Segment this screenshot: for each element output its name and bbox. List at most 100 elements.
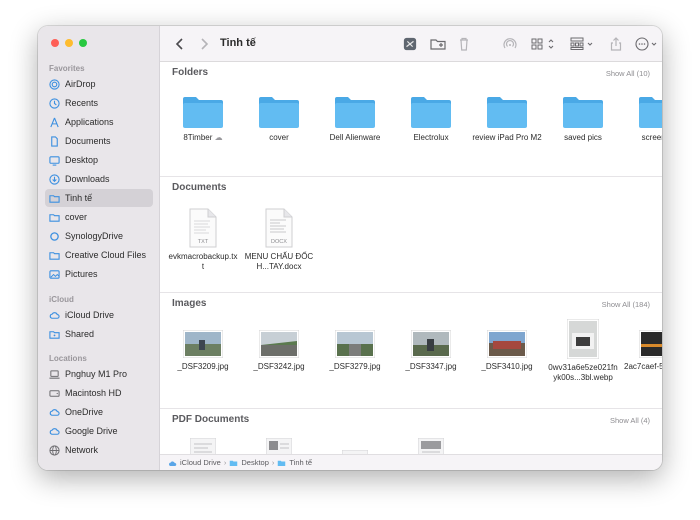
zoom-button[interactable]	[79, 39, 87, 47]
sidebar-item-label: Pictures	[65, 269, 98, 279]
chevron-right-icon: ›	[271, 458, 275, 467]
document-item[interactable]: DOCX MENU CHẤU ĐỐC H...TAY.docx	[244, 208, 314, 272]
airdrop-icon	[503, 38, 517, 49]
folder-icon	[182, 95, 224, 129]
pdf-item[interactable]	[244, 437, 314, 454]
pdf-thumbnail	[265, 437, 293, 454]
path-item-tinh-te[interactable]: Tinh tế	[289, 458, 312, 467]
cloud-icon	[49, 426, 60, 437]
group-by-button[interactable]	[570, 36, 596, 52]
document-item[interactable]: TXT evkmacrobackup.txt	[168, 208, 238, 272]
sidebar-item-documents[interactable]: Documents	[45, 132, 153, 150]
view-mode-button[interactable]	[531, 36, 557, 52]
show-all-link[interactable]: Show All (184)	[602, 300, 650, 309]
image-item[interactable]: _DSF3279.jpg	[320, 329, 390, 372]
section-divider	[160, 292, 662, 293]
back-button[interactable]	[174, 36, 186, 52]
item-label: cover	[269, 133, 289, 142]
image-item[interactable]: _DSF3410.jpg	[472, 329, 542, 372]
show-all-link[interactable]: Show All (4)	[610, 416, 650, 425]
folder-icon	[49, 212, 60, 223]
forward-button[interactable]	[198, 36, 210, 52]
share-button[interactable]	[609, 36, 623, 52]
sidebar-item-label: cover	[65, 212, 88, 222]
sidebar-item-tinh-te[interactable]: Tinh tế	[45, 189, 153, 207]
disk-icon	[49, 388, 60, 399]
path-item-icloud-drive[interactable]: iCloud Drive	[180, 458, 221, 467]
folder-icon	[258, 95, 300, 129]
sidebar-item-pictures[interactable]: Pictures	[45, 265, 153, 283]
pdf-thumbnail	[189, 437, 217, 454]
airdrop-icon	[49, 78, 60, 90]
pdf-section: PDF Documents Show All (4)	[160, 410, 662, 454]
show-all-link[interactable]: Show All (10)	[606, 69, 650, 78]
sidebar-item-desktop[interactable]: Desktop	[45, 151, 153, 169]
folder-item[interactable]: saved pics	[548, 95, 618, 143]
sidebar-item-label: Desktop	[65, 155, 99, 165]
image-thumbnail	[410, 329, 452, 359]
close-button[interactable]	[51, 39, 59, 47]
sidebar-item-label: Recents	[65, 98, 99, 108]
folder-item[interactable]: review iPad Pro M2	[472, 95, 542, 143]
sidebar-item-airdrop[interactable]: AirDrop	[45, 75, 153, 93]
image-thumbnail	[566, 318, 600, 360]
image-item[interactable]: _DSF3242.jpg	[244, 329, 314, 372]
new-folder-button[interactable]	[430, 36, 448, 52]
pdf-item[interactable]	[396, 437, 466, 454]
section-title: PDF Documents	[172, 414, 250, 425]
minimize-button[interactable]	[65, 39, 73, 47]
sidebar-item-onedrive[interactable]: OneDrive	[45, 403, 153, 421]
sidebar-item-macintosh-hd[interactable]: Macintosh HD	[45, 384, 153, 402]
sidebar-item-downloads[interactable]: Downloads	[45, 170, 153, 188]
folder-icon	[49, 193, 60, 204]
sidebar-item-recents[interactable]: Recents	[45, 94, 153, 112]
toolbar: Tinh tế	[160, 26, 662, 62]
text-file-icon: TXT	[189, 208, 217, 248]
image-item[interactable]: _DSF3347.jpg	[396, 329, 466, 372]
sidebar-item-cover[interactable]: cover	[45, 208, 153, 226]
image-item[interactable]: 2ac7caef-59f-8d90...	[624, 329, 662, 372]
chevron-right-icon: ›	[223, 458, 227, 467]
folder-item[interactable]: Dell Alienware	[320, 95, 390, 143]
group-icon	[570, 37, 593, 50]
sidebar-item-pnghuy-m1-pro[interactable]: Pnghuy M1 Pro	[45, 365, 153, 383]
pdf-item[interactable]	[168, 437, 238, 454]
documents-section: Documents TXT evkmacrobackup.txt DOCX ME…	[160, 178, 662, 294]
chevron-left-icon	[175, 38, 183, 50]
item-label: screen sh	[641, 133, 662, 142]
item-label: MENU CHẤU ĐỐC H...TAY.docx	[244, 252, 314, 271]
image-item[interactable]: _DSF3209.jpg	[168, 329, 238, 372]
folder-icon	[486, 95, 528, 129]
download-icon	[49, 173, 60, 185]
sidebar-item-applications[interactable]: Applications	[45, 113, 153, 131]
path-item-desktop[interactable]: Desktop	[241, 458, 269, 467]
icon-view-icon	[531, 38, 554, 50]
folder-item[interactable]: screen sh	[624, 95, 662, 143]
sidebar-group-favorites: Favorites	[49, 64, 85, 73]
folder-icon	[562, 95, 604, 129]
chevron-right-icon	[201, 38, 209, 50]
more-actions-button[interactable]	[635, 36, 661, 52]
sidebar-item-google-drive[interactable]: Google Drive	[45, 422, 153, 440]
sidebar-item-shared[interactable]: Shared	[45, 325, 153, 343]
app-shortcut-button[interactable]	[402, 36, 418, 52]
sidebar-item-icloud-drive[interactable]: iCloud Drive	[45, 306, 153, 324]
synology-icon	[49, 231, 60, 242]
folder-item[interactable]: Electrolux	[396, 95, 466, 143]
sidebar-item-creative-cloud-files[interactable]: Creative Cloud Files	[45, 246, 153, 264]
section-divider	[160, 176, 662, 177]
item-label: saved pics	[564, 133, 602, 142]
airdrop-button[interactable]	[502, 36, 518, 52]
trash-button[interactable]	[457, 36, 471, 52]
item-label: _DSF3242.jpg	[253, 362, 305, 371]
folder-icon	[410, 95, 452, 129]
images-section: Images Show All (184) _DSF3209.jpg _DSF3…	[160, 294, 662, 410]
applications-icon	[49, 117, 60, 128]
sidebar-item-network[interactable]: Network	[45, 441, 153, 459]
sidebar-item-synologydrive[interactable]: SynologyDrive	[45, 227, 153, 245]
folder-item[interactable]: 8Timber ☁	[168, 95, 238, 143]
image-item[interactable]: 0wv31a6e5ze021fnyk00s...3bl.webp	[548, 318, 618, 383]
folder-item[interactable]: cover	[244, 95, 314, 143]
sidebar-item-label: iCloud Drive	[65, 310, 115, 320]
sidebar-item-label: AirDrop	[65, 79, 96, 89]
